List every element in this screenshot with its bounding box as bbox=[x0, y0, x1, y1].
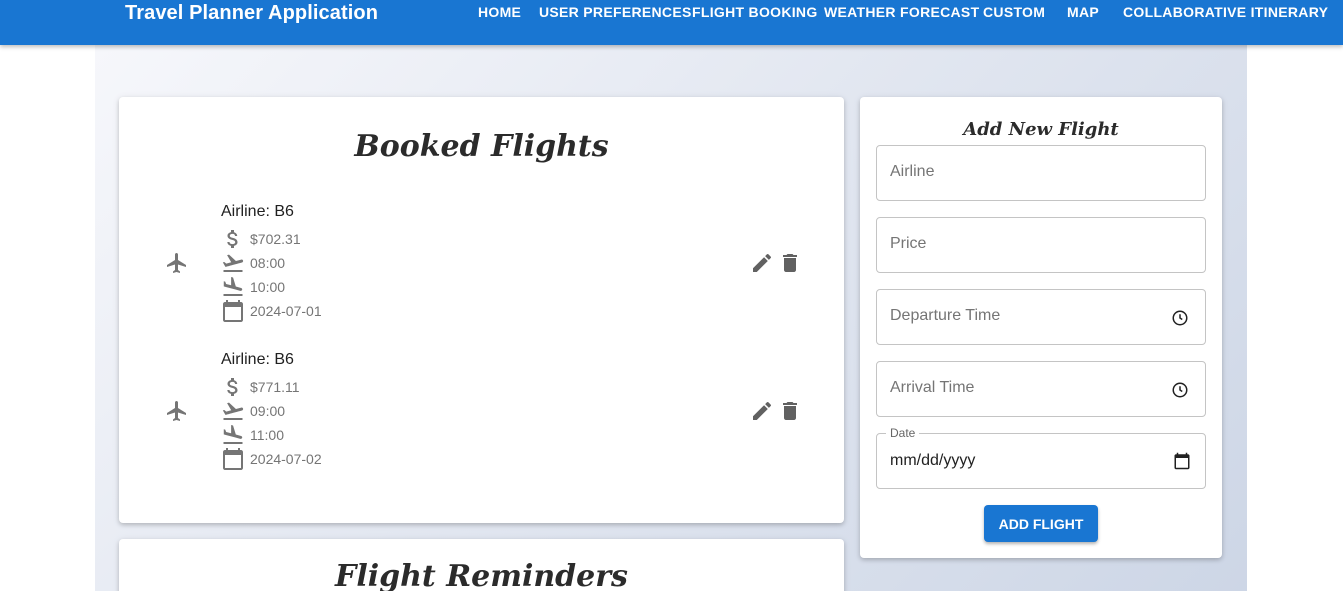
flight-departure: 09:00 bbox=[250, 403, 286, 419]
main-content: Booked Flights Airline: B6 $702.31 08:00… bbox=[95, 45, 1247, 591]
airline-field[interactable]: Airline bbox=[876, 145, 1206, 201]
flight-icon bbox=[167, 253, 186, 273]
landing-icon bbox=[223, 425, 243, 444]
nav-user-preferences[interactable]: USER PREFERENCES bbox=[539, 4, 692, 20]
flight-icon bbox=[167, 401, 186, 421]
flight-price-row: $702.31 bbox=[221, 227, 301, 251]
price-placeholder: Price bbox=[890, 235, 927, 252]
dollar-icon bbox=[227, 230, 238, 248]
dollar-icon bbox=[227, 378, 238, 396]
clock-icon[interactable] bbox=[1171, 309, 1189, 327]
nav-home[interactable]: HOME bbox=[478, 4, 521, 20]
flight-list-item: Airline: B6 $771.11 09:00 11:00 2024-07-… bbox=[119, 351, 844, 476]
nav-map[interactable]: MAP bbox=[1067, 4, 1099, 20]
booked-flights-title: Booked Flights bbox=[354, 129, 609, 164]
app-bar: Travel Planner Application HOME USER PRE… bbox=[0, 0, 1343, 45]
flight-airline: Airline: B6 bbox=[221, 203, 294, 220]
date-field[interactable]: Date mm/dd/yyyy bbox=[876, 426, 1206, 489]
flight-date: 2024-07-01 bbox=[250, 303, 322, 319]
flight-price-row: $771.11 bbox=[221, 375, 300, 399]
flight-reminders-card: Flight Reminders bbox=[119, 539, 844, 591]
price-field[interactable]: Price bbox=[876, 217, 1206, 273]
flight-arrival-row: 10:00 bbox=[221, 275, 285, 299]
flight-departure-row: 08:00 bbox=[221, 251, 285, 275]
landing-icon bbox=[223, 277, 243, 296]
delete-icon[interactable] bbox=[778, 251, 802, 275]
flight-price: $771.11 bbox=[250, 379, 300, 395]
flight-date: 2024-07-02 bbox=[250, 451, 322, 467]
delete-icon[interactable] bbox=[778, 399, 802, 423]
add-flight-card: Add New Flight Airline Price Departure T… bbox=[860, 97, 1222, 558]
flight-date-row: 2024-07-02 bbox=[221, 447, 322, 471]
add-flight-button[interactable]: ADD FLIGHT bbox=[984, 505, 1098, 542]
calendar-icon bbox=[223, 448, 243, 470]
takeoff-icon bbox=[222, 254, 244, 272]
departure-time-placeholder: Departure Time bbox=[890, 307, 1001, 324]
clock-icon[interactable] bbox=[1171, 381, 1189, 399]
arrival-time-field[interactable]: Arrival Time bbox=[876, 361, 1206, 417]
flight-arrival: 10:00 bbox=[250, 279, 286, 295]
flight-arrival: 11:00 bbox=[250, 427, 284, 443]
nav-custom[interactable]: CUSTOM bbox=[983, 4, 1045, 20]
nav-weather-forecast[interactable]: WEATHER FORECAST bbox=[824, 4, 979, 20]
nav-flight-booking[interactable]: FLIGHT BOOKING bbox=[692, 4, 818, 20]
edit-icon[interactable] bbox=[750, 399, 774, 423]
flight-list-item: Airline: B6 $702.31 08:00 10:00 2024-07-… bbox=[119, 203, 844, 328]
calendar-icon bbox=[223, 300, 243, 322]
departure-time-field[interactable]: Departure Time bbox=[876, 289, 1206, 345]
flight-reminders-title: Flight Reminders bbox=[335, 559, 628, 591]
add-flight-title: Add New Flight bbox=[963, 119, 1119, 140]
takeoff-icon bbox=[222, 402, 244, 420]
flight-arrival-row: 11:00 bbox=[221, 423, 284, 447]
flight-airline: Airline: B6 bbox=[221, 351, 294, 368]
edit-icon[interactable] bbox=[750, 251, 774, 275]
nav-collaborative-itinerary[interactable]: COLLABORATIVE ITINERARY bbox=[1123, 4, 1328, 20]
flight-price: $702.31 bbox=[250, 231, 301, 247]
airline-placeholder: Airline bbox=[890, 163, 935, 180]
calendar-icon[interactable] bbox=[1173, 452, 1191, 470]
flight-departure-row: 09:00 bbox=[221, 399, 285, 423]
flight-date-row: 2024-07-01 bbox=[221, 299, 322, 323]
date-label: Date bbox=[886, 426, 920, 440]
top-nav: HOME USER PREFERENCES FLIGHT BOOKING WEA… bbox=[0, 4, 1343, 24]
date-value: mm/dd/yyyy bbox=[890, 452, 976, 469]
flight-departure: 08:00 bbox=[250, 255, 286, 271]
booked-flights-card: Booked Flights Airline: B6 $702.31 08:00… bbox=[119, 97, 844, 523]
arrival-time-placeholder: Arrival Time bbox=[890, 379, 975, 396]
